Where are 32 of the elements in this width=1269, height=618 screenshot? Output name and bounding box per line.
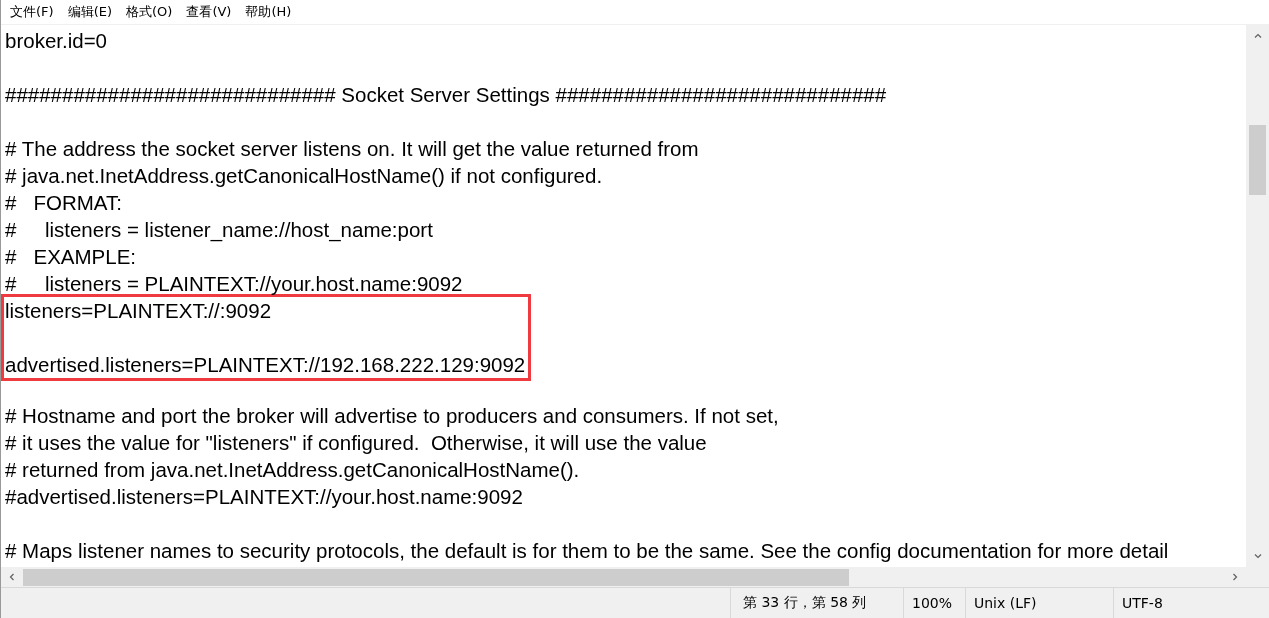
text-line: #advertised.listeners=PLAINTEXT://your.host.name:9092 (5, 484, 524, 510)
text-line: # listeners = PLAINTEXT://your.host.name:9092 (5, 271, 464, 297)
vertical-scrollbar[interactable] (1246, 25, 1269, 567)
text-line: ############################# Socket Server Settings ############################# (5, 82, 888, 108)
menu-item[interactable]: 帮助(H) (238, 3, 299, 21)
text-line: # java.net.InetAddress.getCanonicalHostName() if not configured. (5, 163, 604, 189)
scrollbar-thumb[interactable] (23, 568, 849, 586)
scroll-down-icon[interactable] (1252, 551, 1263, 561)
text-line: # Hostname and port the broker will advertise to producers and consumers. If not set, (5, 403, 780, 429)
text-line: # The address the socket server listens on. It will get the value returned from (5, 136, 700, 162)
status-text: Unix (LF) (965, 588, 1113, 618)
status-text: UTF-8 (1113, 588, 1269, 618)
status-text: 第 33 行，第 58 列 (730, 588, 903, 618)
text-line: broker.id=0 (5, 28, 108, 54)
scroll-right-icon[interactable] (1230, 572, 1240, 582)
text-line: advertised.listeners=PLAINTEXT://192.168.222.129:9092 (5, 352, 526, 378)
text-line: listeners=PLAINTEXT://:9092 (5, 298, 273, 324)
menu-item[interactable]: 编辑(E) (60, 3, 119, 21)
scrollbar-thumb[interactable] (1249, 125, 1266, 195)
menu-item[interactable]: 查看(V) (179, 3, 239, 21)
text-line: # listeners = listener_name://host_name:port (5, 217, 434, 243)
menu-item[interactable]: 格式(O) (119, 3, 180, 21)
status-text: 100% (903, 588, 965, 618)
text-line: # it uses the value for "listeners" if configured. Otherwise, it will use the value (5, 430, 708, 456)
menu-item[interactable]: 文件(F) (3, 3, 61, 21)
text-line: # returned from java.net.InetAddress.getCanonicalHostName(). (5, 457, 581, 483)
text-line: # FORMAT: (5, 190, 123, 216)
horizontal-scrollbar[interactable] (1, 567, 1246, 587)
scroll-up-icon[interactable] (1252, 31, 1263, 41)
text-line: # EXAMPLE: (5, 244, 138, 270)
scroll-left-icon[interactable] (7, 572, 17, 582)
text-line: # Maps listener names to security protocols, the default is for them to be the same. See the config documentation for more detail (5, 538, 1170, 564)
